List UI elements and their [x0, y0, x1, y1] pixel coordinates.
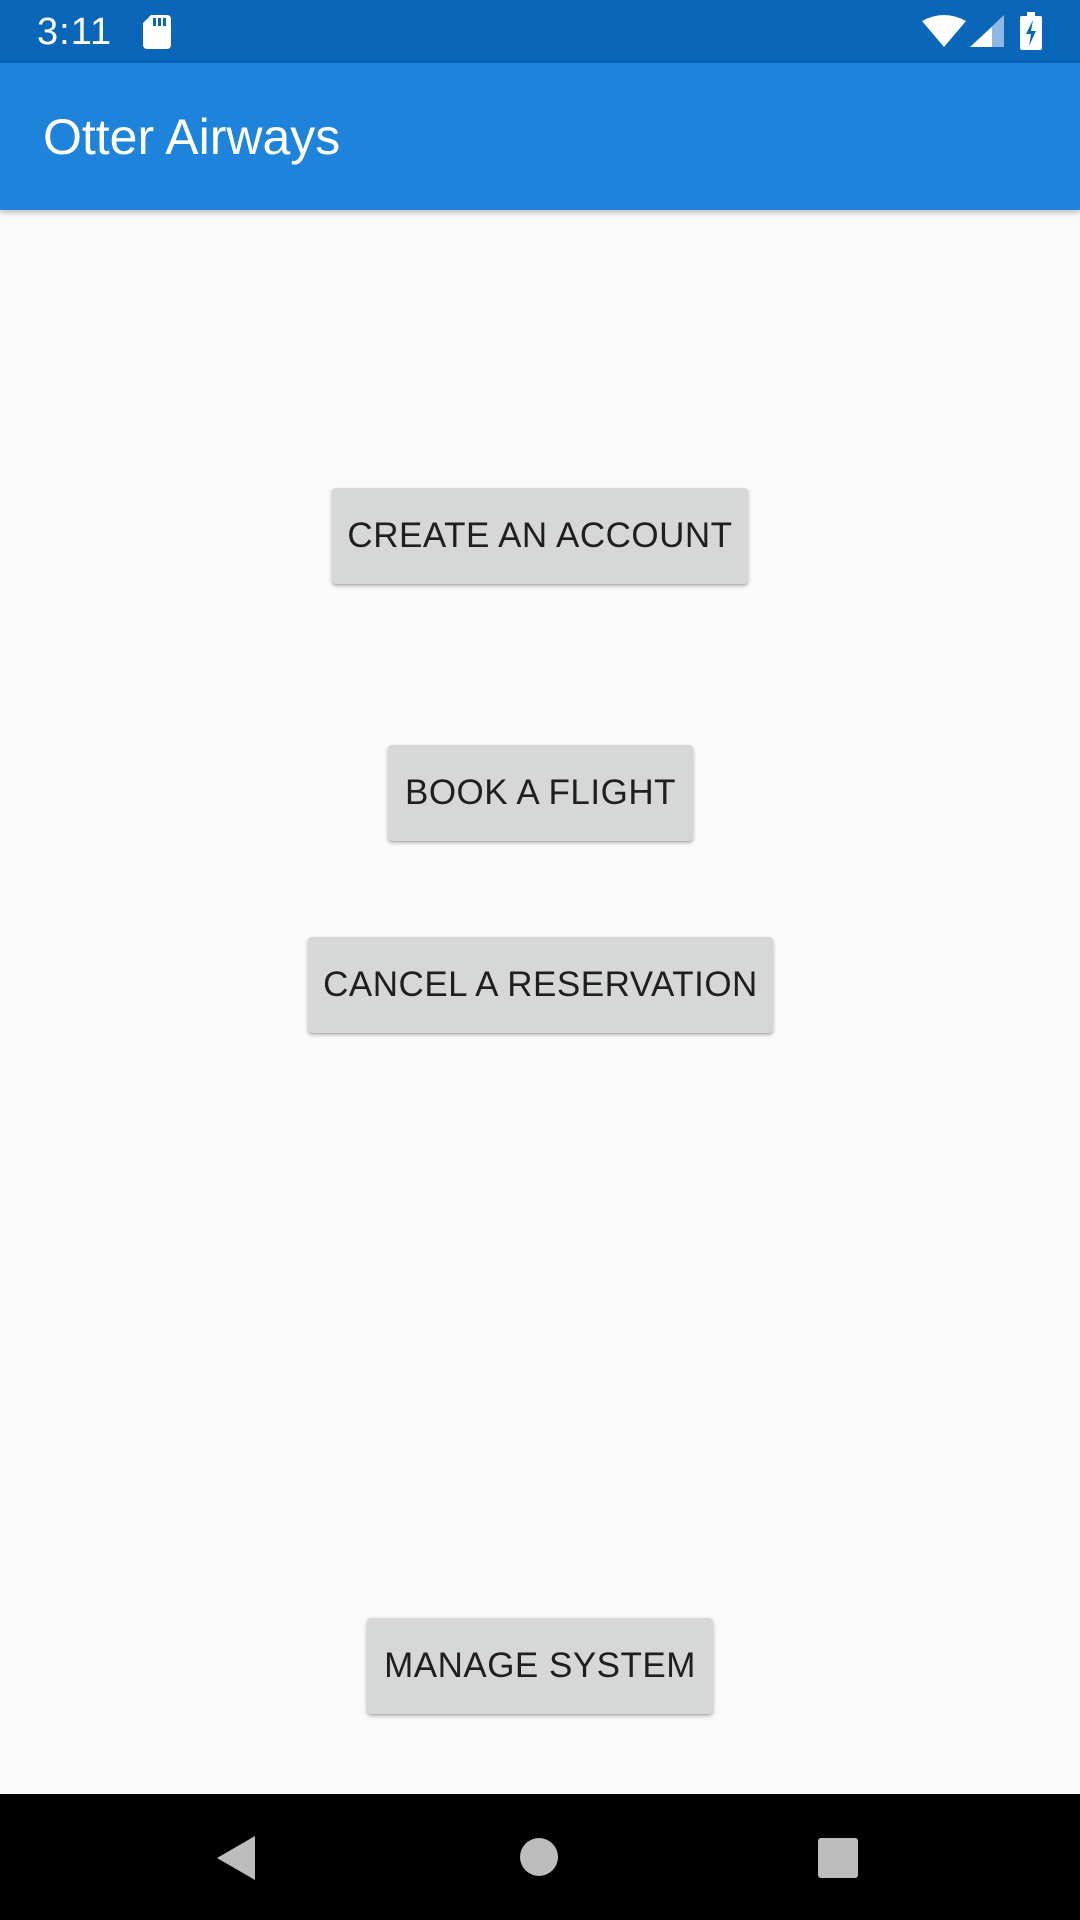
book-flight-button[interactable]: BOOK A FLIGHT — [388, 745, 693, 841]
cancel-reservation-button[interactable]: CANCEL A RESERVATION — [308, 937, 773, 1033]
status-bar: 3:11 — [0, 0, 1080, 63]
app-bar: Otter Airways — [0, 63, 1080, 210]
app-title: Otter Airways — [43, 109, 341, 165]
back-icon[interactable] — [215, 1834, 259, 1882]
cell-signal-icon — [970, 15, 1004, 47]
wifi-icon — [922, 15, 966, 47]
home-icon[interactable] — [520, 1838, 558, 1876]
status-time: 3:11 — [37, 11, 113, 53]
sd-card-icon — [143, 15, 171, 49]
navigation-bar — [0, 1794, 1080, 1920]
create-account-button[interactable]: CREATE AN ACCOUNT — [332, 488, 748, 584]
manage-system-button[interactable]: MANAGE SYSTEM — [367, 1618, 713, 1714]
battery-charging-icon — [1020, 12, 1042, 50]
recents-icon[interactable] — [818, 1838, 858, 1878]
